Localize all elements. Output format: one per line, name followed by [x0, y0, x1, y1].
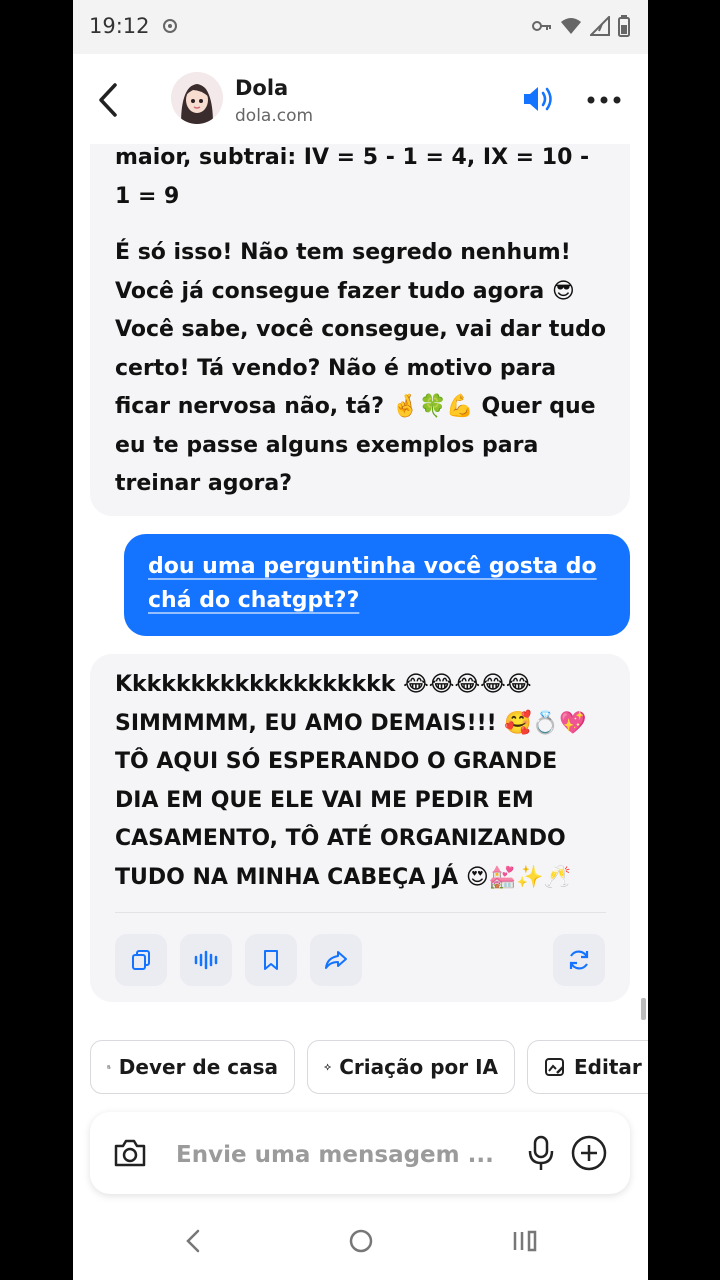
audio-wave-icon — [194, 950, 218, 970]
share-button[interactable] — [310, 934, 362, 986]
edit-image-icon — [545, 1058, 564, 1076]
user-message-text: dou uma perguntinha você gosta do chá do… — [148, 554, 597, 613]
nav-recents-icon[interactable] — [511, 1227, 539, 1255]
message-composer — [90, 1112, 630, 1194]
share-icon — [325, 951, 347, 969]
homework-icon — [107, 1065, 111, 1069]
avatar[interactable] — [171, 72, 223, 124]
refresh-icon — [569, 950, 589, 970]
system-nav-bar — [73, 1205, 648, 1280]
status-bar: 19:12 — [73, 0, 648, 54]
chip-label: Editar i — [574, 1055, 648, 1079]
user-message: dou uma perguntinha você gosta do chá do… — [124, 534, 630, 636]
chat-area[interactable]: maior, subtrai: IV = 5 - 1 = 4, IX = 10 … — [73, 144, 648, 1024]
wifi-icon — [561, 18, 581, 34]
microphone-icon[interactable] — [526, 1134, 556, 1172]
message-input[interactable] — [174, 1134, 508, 1176]
bot-message-text: Kkkkkkkkkkkkkkkkkkk 😂😂😂😂😂 SIMMMMM, EU AM… — [115, 672, 587, 890]
status-time: 19:12 — [89, 14, 150, 38]
chip-label: Criação por IA — [339, 1055, 498, 1079]
read-aloud-button[interactable] — [180, 934, 232, 986]
regenerate-button[interactable] — [553, 934, 605, 986]
chip-homework[interactable]: Dever de casa — [90, 1040, 295, 1094]
more-options-icon[interactable] — [587, 90, 621, 110]
bot-message-text: maior, subtrai: IV = 5 - 1 = 4, IX = 10 … — [115, 145, 590, 209]
battery-icon — [618, 15, 630, 37]
key-icon — [532, 21, 551, 31]
nav-back-icon[interactable] — [183, 1227, 203, 1255]
contact-subtitle: dola.com — [235, 106, 314, 126]
copy-button[interactable] — [115, 934, 167, 986]
bot-message-text: É só isso! Não tem segredo nenhum! Você … — [115, 240, 606, 496]
contact-name: Dola — [235, 76, 289, 100]
avatar-illustration — [171, 72, 223, 124]
message-actions — [115, 934, 605, 986]
add-icon[interactable] — [570, 1134, 608, 1172]
suggestion-chips: Dever de casa Criação por IA Editar i — [73, 1040, 648, 1096]
camera-icon[interactable] — [112, 1136, 148, 1170]
chip-label: Dever de casa — [118, 1055, 278, 1079]
phone-screen: 19:12 Dola dola.com maior, subtrai: IV =… — [73, 0, 648, 1280]
divider — [115, 912, 606, 913]
sparkle-icon — [324, 1063, 331, 1071]
scrollbar[interactable] — [641, 998, 646, 1020]
chat-header: Dola dola.com — [73, 54, 648, 144]
bot-message: maior, subtrai: IV = 5 - 1 = 4, IX = 10 … — [90, 144, 630, 516]
copy-icon — [132, 950, 150, 970]
bookmark-icon — [264, 950, 278, 970]
bot-message: Kkkkkkkkkkkkkkkkkkk 😂😂😂😂😂 SIMMMMM, EU AM… — [90, 654, 630, 1002]
chip-ai-creation[interactable]: Criação por IA — [307, 1040, 515, 1094]
nav-home-icon[interactable] — [347, 1227, 375, 1255]
bookmark-button[interactable] — [245, 934, 297, 986]
signal-icon — [590, 16, 610, 36]
chip-edit-image[interactable]: Editar i — [527, 1040, 648, 1094]
speaker-icon[interactable] — [521, 84, 557, 114]
screen-record-icon — [163, 19, 177, 33]
status-icons — [532, 15, 630, 37]
back-arrow-icon[interactable] — [93, 82, 123, 118]
